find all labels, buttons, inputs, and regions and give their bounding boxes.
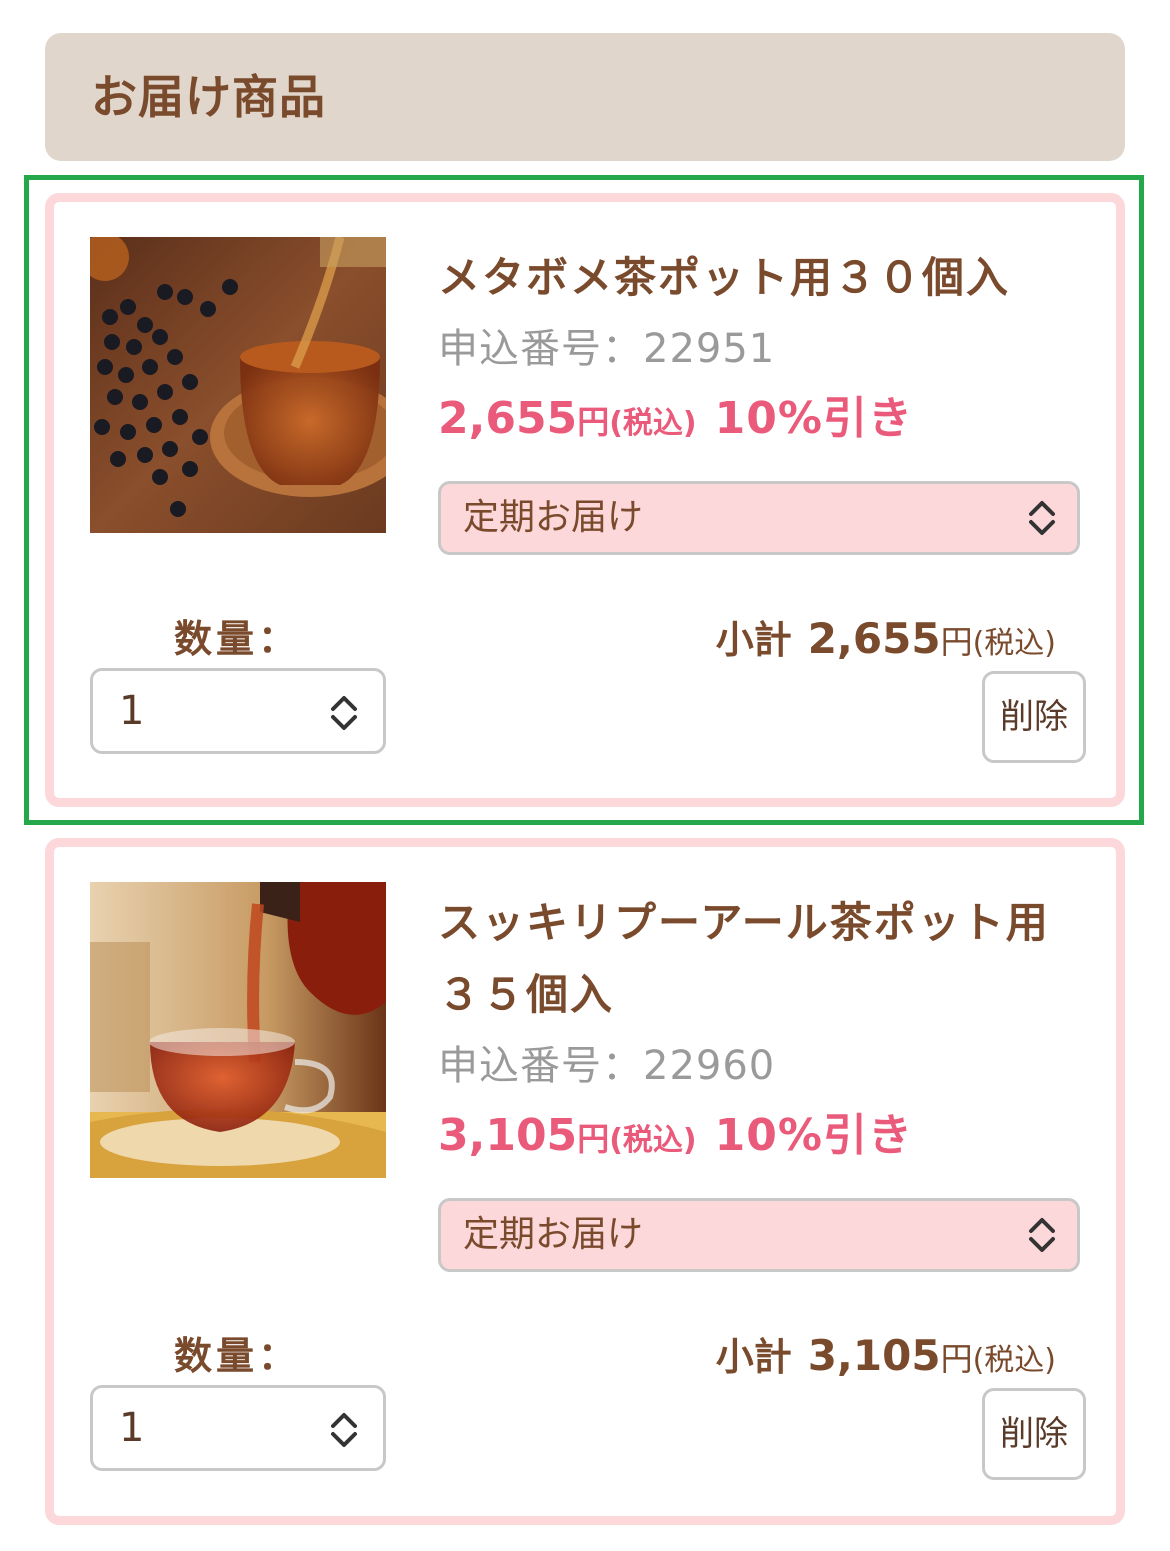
price-line: 3,105円(税込) 10%引き: [438, 1101, 1088, 1180]
section-header: お届け商品: [45, 33, 1125, 161]
delivery-type-value: 定期お届け: [463, 1214, 644, 1255]
cart-item-card: スッキリプーアール茶ポット用３５個入 申込番号：22960 3,105円(税込)…: [45, 838, 1125, 1525]
subtotal-tax-note: (税込): [972, 1343, 1056, 1378]
product-name[interactable]: スッキリプーアール茶ポット用３５個入: [438, 887, 1088, 1031]
price-value: 3,105: [438, 1110, 578, 1161]
quantity-label: 数量：: [174, 1334, 301, 1378]
discount-label: 10%引き: [714, 1110, 913, 1161]
delivery-type-select[interactable]: 定期お届け: [438, 1198, 1080, 1272]
product-info: スッキリプーアール茶ポット用３５個入 申込番号：22960 3,105円(税込)…: [438, 887, 1088, 1272]
highlight-frame: [24, 175, 1144, 825]
subtotal-label: 小計: [715, 1335, 792, 1379]
order-number: 申込番号：22960: [438, 1043, 776, 1089]
chevron-updown-icon: [1029, 1218, 1055, 1252]
subtotal-yen: 円: [940, 1340, 973, 1378]
cart-page: お届け商品 メタボメ茶ポット用３０個入 申込番号：22951 2,655円(税込…: [0, 0, 1170, 1551]
price-yen: 円: [577, 1120, 610, 1158]
price-tax-note: (税込): [609, 1123, 697, 1158]
quantity-select[interactable]: 1: [90, 1385, 386, 1471]
subtotal: 小計 3,105円(税込): [716, 1331, 1056, 1390]
subtotal-value: 3,105: [807, 1331, 941, 1380]
tea-pouring-cup-photo: [90, 882, 386, 1178]
delete-button[interactable]: 削除: [982, 1388, 1086, 1480]
section-title: お届け商品: [91, 70, 326, 124]
quantity-value: 1: [119, 1405, 145, 1451]
product-image: [90, 882, 386, 1178]
chevron-updown-icon: [331, 1413, 357, 1447]
